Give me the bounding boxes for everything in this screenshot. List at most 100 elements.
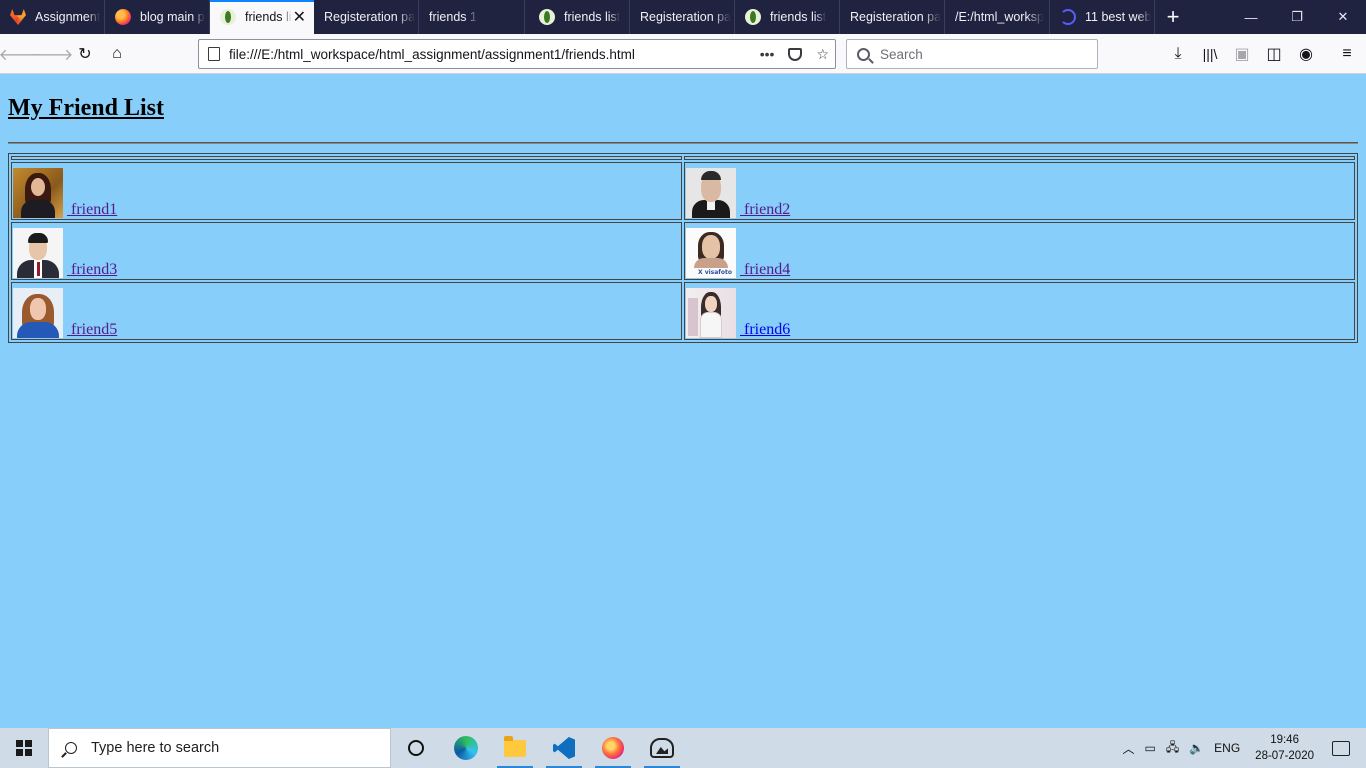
tab-label: friends li (245, 10, 292, 24)
friend1-link[interactable]: friend1 (67, 202, 117, 218)
edge-icon (454, 736, 478, 760)
tab-label: 11 best web (1085, 10, 1152, 24)
friend5-link[interactable]: friend5 (67, 322, 117, 338)
tab-best-web[interactable]: 11 best web (1050, 0, 1155, 34)
url-actions: ••• ☆ (760, 46, 829, 63)
network-icon[interactable]: 🖧 (1166, 738, 1179, 759)
tab-label: Assignment (35, 10, 101, 24)
new-tab-button[interactable]: + (1155, 0, 1191, 34)
edge-app[interactable] (446, 728, 486, 768)
forward-arrow-icon[interactable]: 🡒 (31, 40, 74, 68)
table-cell (684, 156, 1355, 160)
tab-file-path[interactable]: /E:/html_worksp (945, 0, 1050, 34)
gitlab-icon (10, 9, 26, 25)
pocket-icon[interactable] (788, 47, 803, 61)
friend5-photo[interactable] (13, 288, 63, 338)
home-icon[interactable]: ⌂ (103, 40, 131, 68)
tab-assignment[interactable]: Assignment (0, 0, 105, 34)
tab-label: blog main p (140, 10, 205, 24)
search-bar[interactable]: Search (846, 39, 1098, 69)
tab-label: friends 1 (429, 10, 477, 24)
windows-logo-icon (16, 740, 32, 756)
library-icon[interactable]: |||\ (1196, 40, 1224, 68)
friend3-photo[interactable] (13, 228, 63, 278)
tab-registeration-1[interactable]: Registeration pa (314, 0, 419, 34)
divider (8, 142, 1358, 144)
cortana-icon (408, 740, 424, 756)
friends-table: friend1 friend2 friend3 X visafoto frien… (8, 153, 1358, 343)
table-row: friend1 friend2 (11, 162, 1355, 220)
restore-icon[interactable]: ❐ (1274, 0, 1320, 34)
close-window-icon[interactable]: ✕ (1320, 0, 1366, 34)
url-text[interactable]: file:///E:/html_workspace/html_assignmen… (229, 47, 635, 62)
tab-label: friends list (564, 10, 621, 24)
menu-icon[interactable]: ≡ (1333, 40, 1361, 68)
address-bar[interactable]: file:///E:/html_workspace/html_assignmen… (198, 39, 836, 69)
friend6-link[interactable]: friend6 (740, 322, 790, 338)
firefox-icon (115, 9, 131, 25)
clock-time: 19:46 (1270, 734, 1299, 746)
tab-friends-list-3[interactable]: friends list (735, 0, 840, 34)
friend4-link[interactable]: friend4 (740, 262, 790, 278)
sidebar-icon[interactable]: ◫ (1260, 40, 1288, 68)
tab-friends-1[interactable]: friends 1 (419, 0, 525, 34)
minimize-icon[interactable]: — (1228, 0, 1274, 34)
tab-friends-list-2[interactable]: friends list (525, 0, 630, 34)
friend-cell: friend2 (684, 162, 1355, 220)
tab-label: Registeration pa (850, 10, 942, 24)
friend4-photo[interactable]: X visafoto (686, 228, 736, 278)
page-content: My Friend List friend1 friend2 friend3 X… (0, 74, 1366, 728)
table-row (11, 156, 1355, 160)
tab-registeration-3[interactable]: Registeration pa (840, 0, 945, 34)
taskbar: Type here to search ︿ ▭ 🖧 🔈 ENG 19:46 28… (0, 728, 1366, 768)
cortana-button[interactable] (396, 728, 436, 768)
friend1-photo[interactable] (13, 168, 63, 218)
photos-icon (650, 738, 674, 758)
clock[interactable]: 19:46 28-07-2020 (1255, 732, 1314, 764)
folder-icon (504, 735, 526, 757)
search-icon (65, 742, 77, 754)
battery-icon[interactable]: ▭ (1144, 741, 1155, 755)
leaf-icon (539, 9, 555, 25)
swirl-icon (1060, 9, 1076, 25)
tab-label: Registeration pa (324, 10, 416, 24)
notification-icon[interactable] (1332, 740, 1350, 756)
chevron-up-icon[interactable]: ︿ (1122, 740, 1134, 757)
volume-icon[interactable]: 🔈 (1189, 741, 1204, 755)
friend3-link[interactable]: friend3 (67, 262, 117, 278)
taskbar-search-placeholder: Type here to search (91, 740, 220, 756)
vscode-app[interactable] (544, 728, 584, 768)
tab-friends-list-active[interactable]: friends li ✕ (210, 0, 314, 34)
close-tab-icon[interactable]: ✕ (293, 7, 306, 27)
friend2-link[interactable]: friend2 (740, 202, 790, 218)
tab-blog-main[interactable]: blog main p (105, 0, 210, 34)
photos-app[interactable] (642, 728, 682, 768)
page-icon (208, 47, 220, 61)
page-actions-icon[interactable]: ••• (760, 46, 775, 62)
account-icon[interactable]: ◉ (1292, 40, 1320, 68)
file-explorer-app[interactable] (495, 728, 535, 768)
friend-cell: friend1 (11, 162, 682, 220)
tab-label: friends list (770, 10, 827, 24)
taskbar-search-box[interactable]: Type here to search (48, 728, 391, 768)
nav-toolbar: 🡐 🡒 ↻ ⌂ file:///E:/html_workspace/html_a… (0, 34, 1366, 74)
clock-date: 28-07-2020 (1255, 750, 1314, 762)
page-title: My Friend List (8, 95, 164, 121)
vscode-icon (553, 737, 575, 759)
language-indicator[interactable]: ENG (1214, 741, 1240, 755)
reload-icon[interactable]: ↻ (71, 40, 99, 68)
tab-registeration-2[interactable]: Registeration pa (630, 0, 735, 34)
bookmark-star-icon[interactable]: ☆ (816, 46, 829, 63)
firefox-icon (602, 737, 624, 759)
extension-icon[interactable]: ▣ (1228, 40, 1256, 68)
table-cell (11, 156, 682, 160)
download-icon[interactable]: ⤓ (1164, 40, 1192, 68)
friend2-photo[interactable] (686, 168, 736, 218)
friend-cell: X visafoto friend4 (684, 222, 1355, 280)
leaf-icon (745, 9, 761, 25)
friend6-photo[interactable] (686, 288, 736, 338)
tab-label: Registeration pa (640, 10, 732, 24)
start-button[interactable] (0, 728, 48, 768)
search-placeholder: Search (880, 46, 923, 62)
firefox-app[interactable] (593, 728, 633, 768)
